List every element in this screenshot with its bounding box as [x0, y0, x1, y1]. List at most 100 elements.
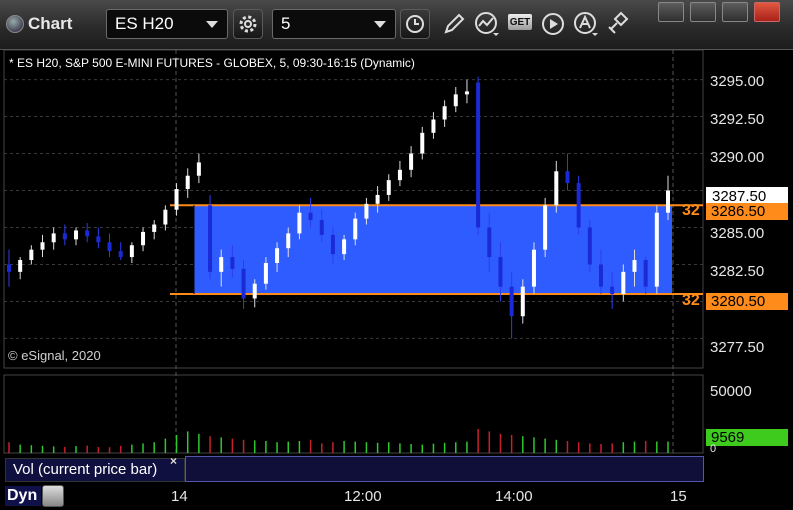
study-icon[interactable] — [474, 11, 500, 37]
candle-body — [29, 249, 34, 261]
clock-icon — [406, 15, 424, 33]
maximize-button[interactable] — [722, 2, 748, 22]
candle-body — [453, 94, 458, 107]
candle-body — [632, 260, 637, 272]
dynamic-label[interactable]: Dyn — [5, 486, 41, 506]
upper-line-label: 32 — [682, 202, 700, 219]
candle-body — [565, 171, 570, 184]
candle-body — [487, 227, 492, 258]
candle-body — [520, 286, 525, 317]
candle-body — [297, 212, 302, 234]
candle-body — [96, 236, 101, 243]
copyright-text: © eSignal, 2020 — [8, 348, 101, 363]
volume-tag: 9569 — [706, 429, 788, 446]
interval-combo[interactable]: 5 — [272, 9, 396, 39]
minimize-button[interactable] — [690, 2, 716, 22]
chevron-down-icon[interactable] — [206, 20, 218, 28]
candle-body — [118, 251, 123, 258]
candle-body — [386, 180, 391, 195]
candle-body — [319, 220, 324, 235]
candle-body — [275, 248, 280, 263]
candle-body — [286, 233, 291, 249]
price-tick: 3295.00 — [710, 73, 765, 90]
get-data-button[interactable]: GET — [508, 14, 532, 30]
candle-body — [330, 234, 335, 255]
volume-panel-bar[interactable] — [185, 456, 704, 482]
alert-icon[interactable] — [573, 11, 599, 37]
candle-body — [185, 175, 190, 190]
gear-icon — [239, 15, 257, 33]
candle-body — [431, 119, 436, 133]
chart-header: * ES H20, S&P 500 E-MINI FUTURES - GLOBE… — [9, 56, 415, 70]
time-tick: 12:00 — [344, 488, 382, 505]
candle-body — [208, 205, 213, 272]
volume-panel-frame — [3, 374, 704, 454]
symbol-settings-button[interactable] — [233, 9, 263, 39]
candle-body — [621, 271, 626, 295]
candle-body — [230, 257, 235, 269]
candle-body — [342, 239, 347, 255]
candle-body — [666, 190, 670, 213]
candle-body — [129, 245, 134, 258]
volume-tick: 0 — [710, 443, 717, 455]
time-tick: 14 — [171, 488, 188, 505]
candle-body — [464, 91, 469, 95]
candle-body — [241, 268, 246, 299]
time-tick: 14:00 — [495, 488, 533, 505]
price-tick: 3290.00 — [710, 149, 765, 166]
candle-body — [442, 106, 447, 120]
candle-body — [18, 260, 23, 272]
candle-body — [554, 171, 559, 206]
candle-body — [141, 231, 146, 246]
candle-body — [62, 233, 67, 240]
candle-body — [263, 262, 268, 284]
candle-body — [107, 242, 112, 252]
candle-body — [51, 233, 56, 243]
lower-line-price-tag: 3280.50 — [706, 293, 788, 310]
candle-body — [353, 218, 358, 240]
candle-body — [196, 162, 201, 176]
lock-icon[interactable] — [42, 485, 64, 507]
candle-body — [174, 189, 179, 210]
symbol-value: ES H20 — [115, 14, 174, 33]
candle-body — [509, 286, 514, 317]
volume-panel-label[interactable]: Vol (current price bar) — [5, 458, 185, 482]
chevron-down-icon[interactable] — [374, 20, 386, 28]
play-icon[interactable] — [540, 11, 566, 37]
symbol-combo[interactable]: ES H20 — [106, 9, 228, 39]
volume-tick: 50000 — [710, 383, 752, 400]
close-button[interactable] — [754, 2, 780, 22]
candle-body — [308, 212, 313, 221]
price-tick: 3277.50 — [710, 339, 765, 356]
upper-line-price-tag: 3286.50 — [706, 203, 788, 220]
app-title: Chart — [6, 12, 72, 36]
chart-area[interactable]: * ES H20, S&P 500 E-MINI FUTURES - GLOBE… — [0, 50, 793, 510]
candle-body — [587, 227, 592, 265]
candle-body — [364, 203, 369, 219]
candle-body — [163, 209, 168, 225]
toolbar: Chart ES H20 5 GET — [0, 0, 793, 50]
candle-body — [576, 183, 581, 228]
candle-body — [476, 82, 481, 228]
candle-body — [643, 260, 648, 287]
candle-body — [397, 169, 402, 181]
candle-body — [375, 194, 380, 204]
pin-button[interactable] — [658, 2, 684, 22]
candle-body — [420, 132, 425, 154]
link-icon[interactable] — [605, 11, 631, 37]
candle-body — [252, 283, 257, 299]
app-title-text: Chart — [28, 14, 73, 33]
esignal-logo-icon — [6, 15, 24, 33]
pencil-icon[interactable] — [441, 11, 467, 37]
price-chart[interactable] — [0, 50, 793, 510]
last-price-tag: 3287.50 — [706, 187, 788, 205]
candle-body — [152, 224, 157, 232]
interval-clock-button[interactable] — [400, 9, 430, 39]
close-icon[interactable]: × — [170, 454, 177, 468]
candle-body — [598, 264, 603, 287]
candle-body — [219, 257, 224, 272]
time-tick: 15 — [670, 488, 687, 505]
price-tick: 3292.50 — [710, 111, 765, 128]
candle-body — [85, 230, 90, 237]
candle-body — [610, 286, 615, 295]
